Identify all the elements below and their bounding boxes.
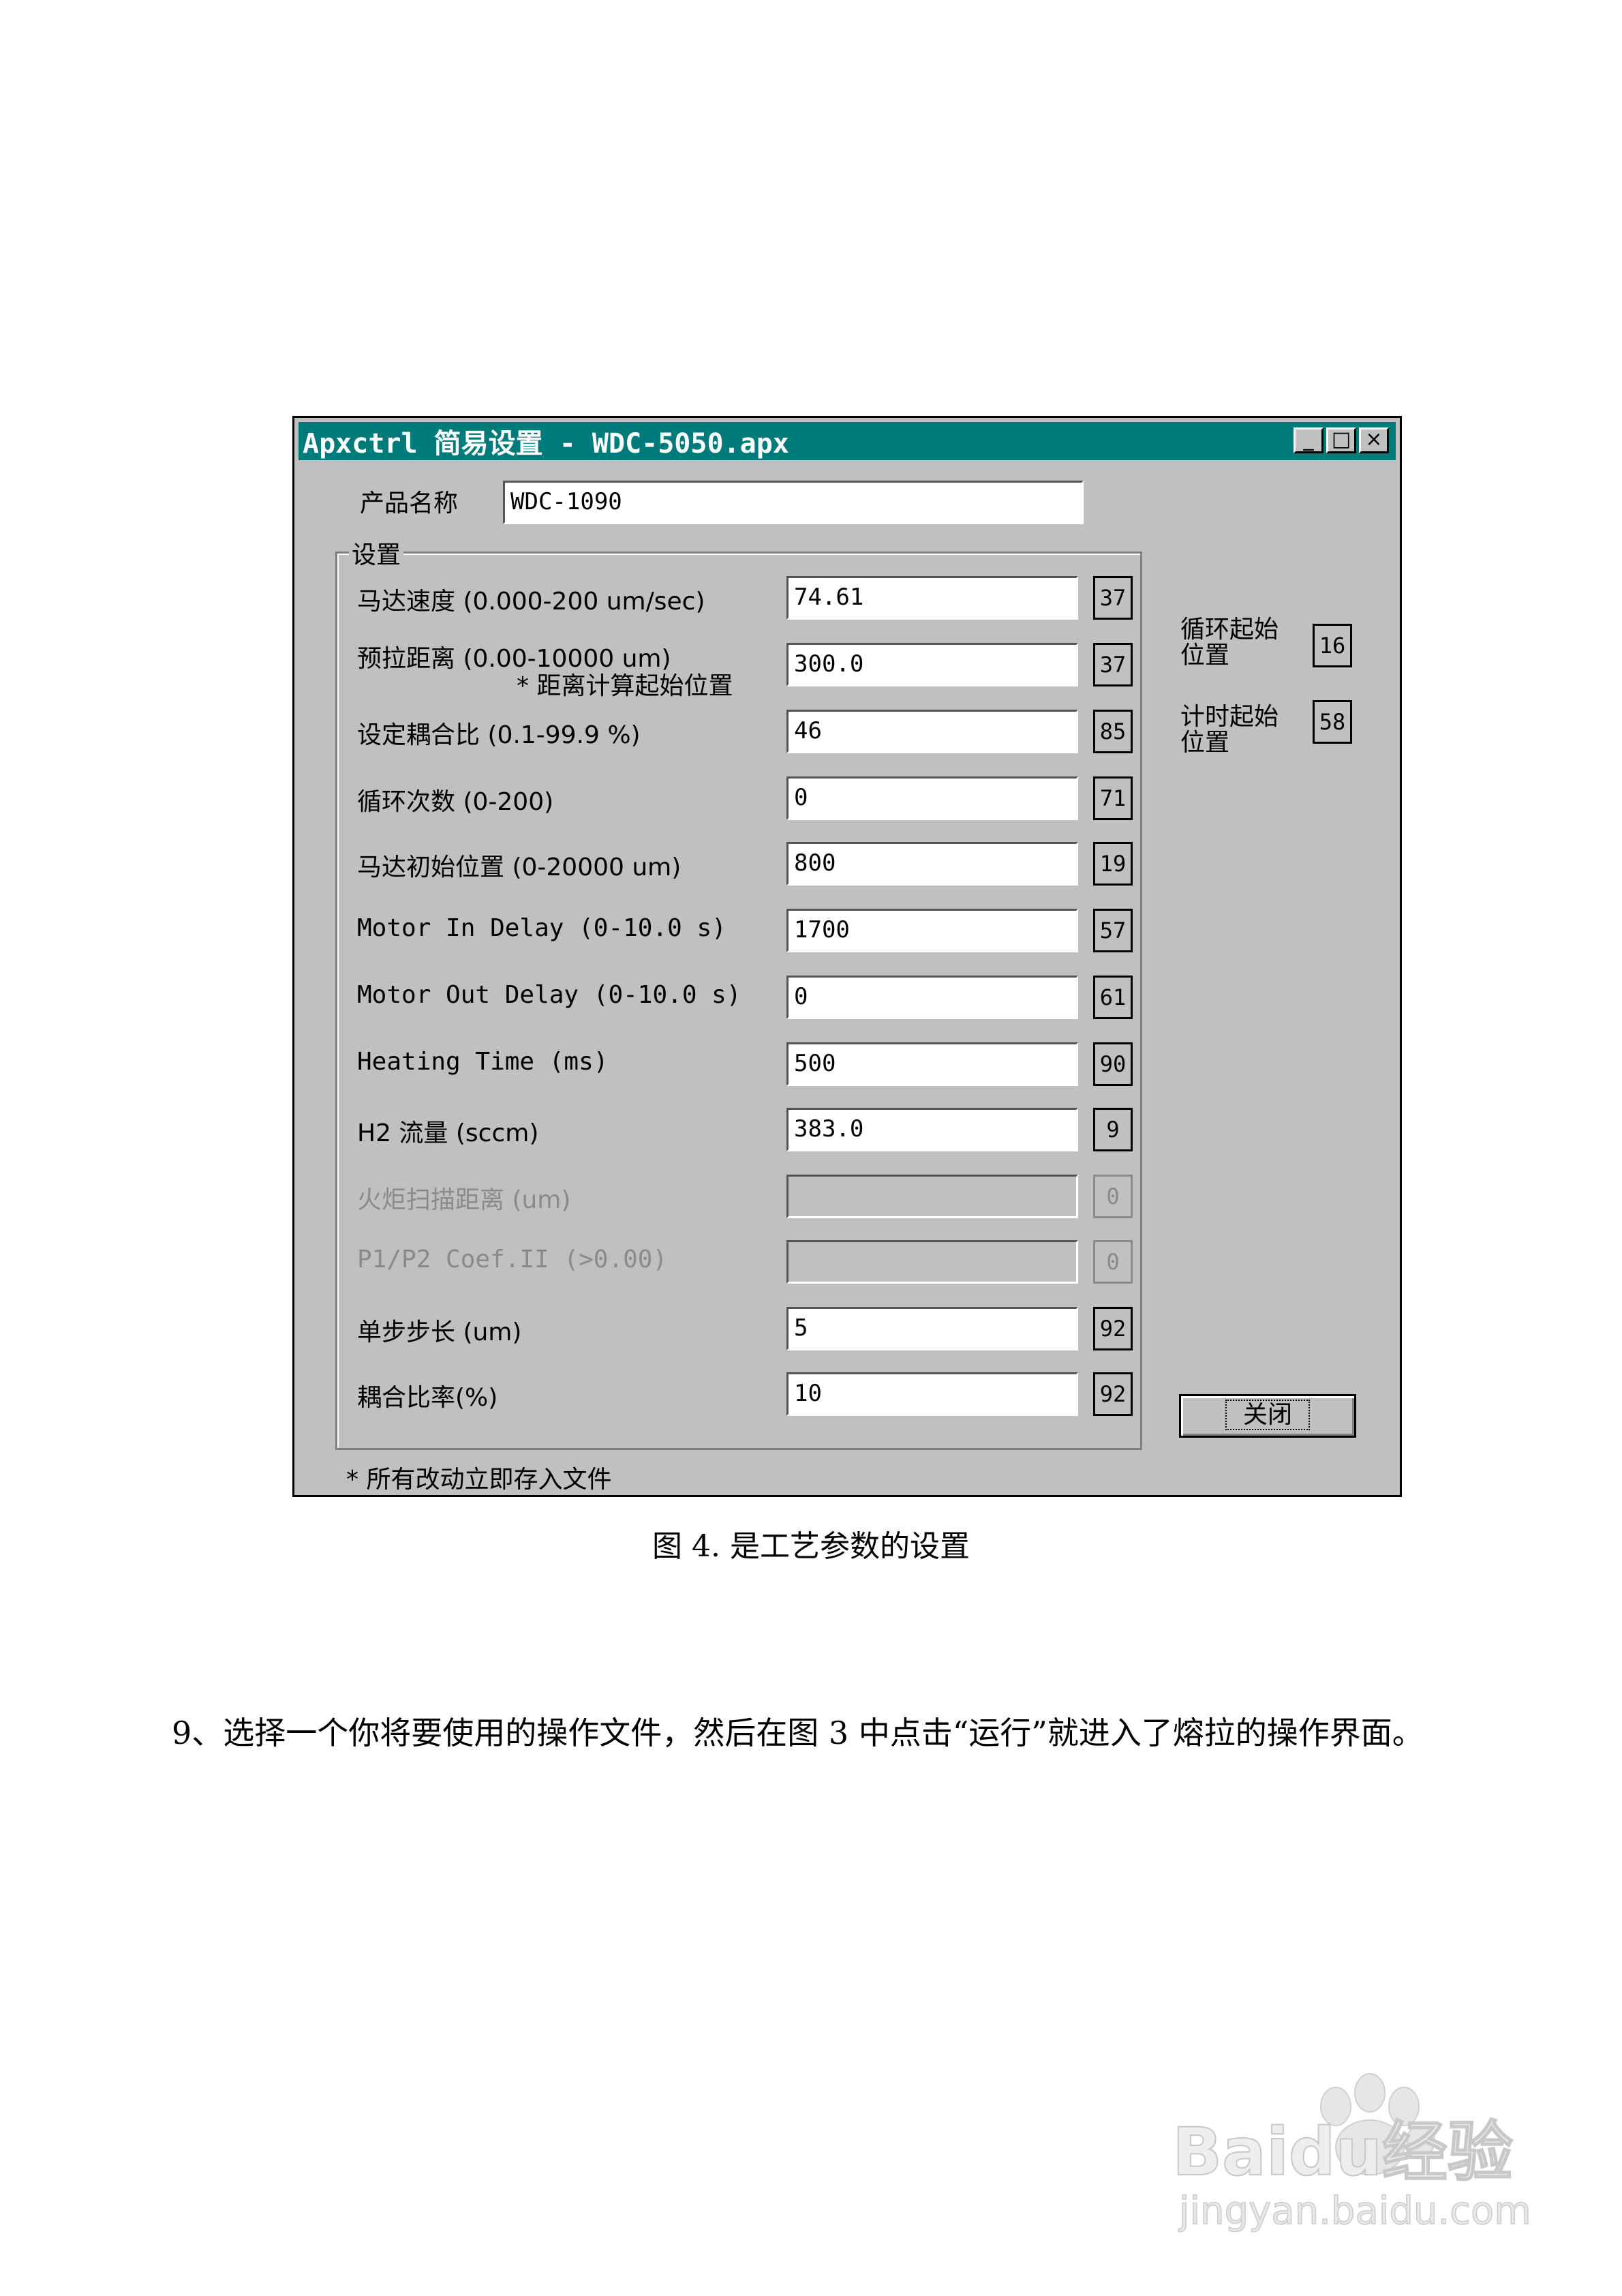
cycle-start-label-1: 循环起始 [1180, 616, 1279, 644]
p1p2-coef-code: 0 [1093, 1240, 1133, 1284]
heating-time-code: 90 [1093, 1042, 1133, 1086]
coupling-ratio-code: 85 [1093, 710, 1133, 753]
row-label-coupling-ratio: 设定耦合比 (0.1-99.9 %) [357, 721, 641, 749]
heating-time-input[interactable]: 500 [786, 1042, 1078, 1086]
h2-flow-code: 9 [1093, 1108, 1133, 1151]
p1p2-coef-input [786, 1240, 1078, 1284]
instruction-paragraph: 9、选择一个你将要使用的操作文件，然后在图 3 中点击“运行”就进入了熔拉的操作… [172, 1715, 1424, 1751]
baidu-jingyan-watermark: Baidu经验 jingyan.baidu.com [1172, 2073, 1532, 2234]
motor-in-delay-input[interactable]: 1700 [786, 909, 1078, 952]
prestretch-code: 37 [1093, 643, 1133, 686]
row-sublabel-prestretch: * 距离计算起始位置 [517, 672, 733, 700]
coupling-rate-code: 92 [1093, 1372, 1133, 1416]
product-name-input[interactable]: WDC-1090 [503, 481, 1084, 524]
minimize-button[interactable]: _ [1294, 427, 1323, 453]
title-bar: Apxctrl 简易设置 - WDC-5050.apx _ □ × [299, 422, 1396, 460]
row-label-motor-speed: 马达速度 (0.000-200 um/sec) [357, 588, 705, 616]
watermark-brand: Baidu经验 [1172, 2114, 1513, 2190]
close-button-label: 关闭 [1225, 1400, 1311, 1430]
cycle-count-input[interactable]: 0 [786, 776, 1078, 820]
row-label-heating-time: Heating Time (ms) [357, 1048, 609, 1076]
close-button[interactable]: 关闭 [1179, 1394, 1356, 1438]
product-name-label: 产品名称 [360, 489, 459, 517]
timer-start-code: 58 [1313, 700, 1352, 744]
torch-scan-input [786, 1175, 1078, 1218]
timer-start-label-1: 计时起始 [1180, 703, 1279, 731]
torch-scan-code: 0 [1093, 1175, 1133, 1218]
close-window-button[interactable]: × [1359, 427, 1389, 453]
row-label-motor-out-delay: Motor Out Delay (0-10.0 s) [357, 981, 741, 1009]
motor-speed-code: 37 [1093, 576, 1133, 620]
cycle-start-label-2: 位置 [1180, 641, 1230, 669]
row-label-p1p2-coef: P1/P2 Coef.II (>0.00) [357, 1245, 668, 1273]
timer-start-label-2: 位置 [1180, 729, 1230, 757]
row-label-h2-flow: H2 流量 (sccm) [357, 1119, 539, 1147]
coupling-ratio-input[interactable]: 46 [786, 710, 1078, 753]
row-label-cycle-count: 循环次数 (0-200) [357, 788, 554, 816]
h2-flow-input[interactable]: 383.0 [786, 1108, 1078, 1151]
row-label-coupling-rate: 耦合比率(%) [357, 1384, 498, 1412]
cycle-start-code: 16 [1313, 624, 1352, 667]
settings-window: Apxctrl 简易设置 - WDC-5050.apx _ □ × 产品名称 W… [292, 416, 1402, 1497]
title-bar-buttons: _ □ × [1294, 427, 1389, 453]
row-label-torch-scan: 火炬扫描距离 (um) [357, 1186, 571, 1214]
maximize-button[interactable]: □ [1326, 427, 1356, 453]
watermark-url: jingyan.baidu.com [1178, 2189, 1531, 2233]
row-label-motor-initial: 马达初始位置 (0-20000 um) [357, 854, 682, 881]
prestretch-input[interactable]: 300.0 [786, 643, 1078, 686]
window-title: Apxctrl 简易设置 - WDC-5050.apx [303, 428, 789, 459]
motor-speed-input[interactable]: 74.61 [786, 576, 1078, 620]
row-label-step-size: 单步步长 (um) [357, 1318, 522, 1346]
cycle-count-code: 71 [1093, 776, 1133, 820]
step-size-code: 92 [1093, 1307, 1133, 1350]
motor-out-delay-input[interactable]: 0 [786, 976, 1078, 1019]
motor-out-delay-code: 61 [1093, 976, 1133, 1019]
step-size-input[interactable]: 5 [786, 1307, 1078, 1350]
coupling-rate-input[interactable]: 10 [786, 1372, 1078, 1416]
motor-initial-code: 19 [1093, 842, 1133, 886]
motor-initial-input[interactable]: 800 [786, 842, 1078, 886]
settings-group-label: 设置 [349, 535, 404, 571]
row-label-motor-in-delay: Motor In Delay (0-10.0 s) [357, 914, 726, 942]
motor-in-delay-code: 57 [1093, 909, 1133, 952]
footer-note: * 所有改动立即存入文件 [346, 1466, 612, 1494]
figure-caption: 图 4. 是工艺参数的设置 [652, 1529, 970, 1564]
